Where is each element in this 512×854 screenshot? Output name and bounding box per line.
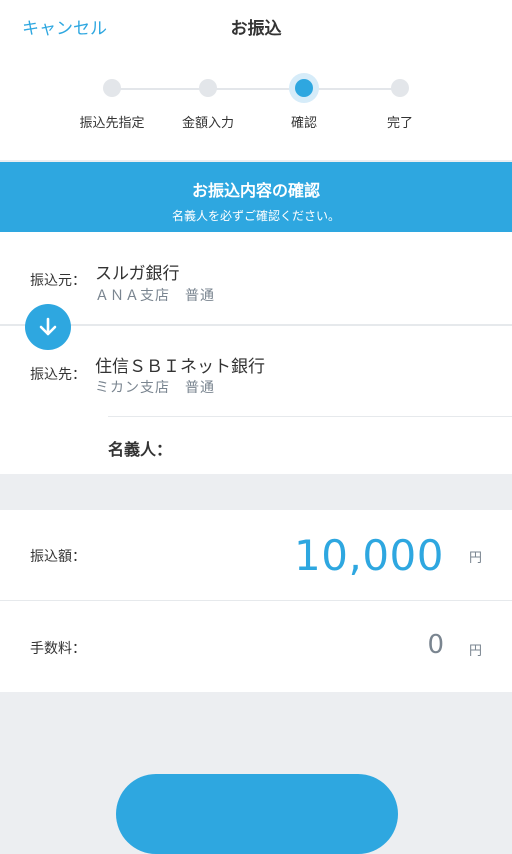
- step-dot-4: [391, 79, 409, 97]
- destination-label: 振込先：: [30, 367, 86, 383]
- step-label-2: 金額入力: [181, 116, 234, 131]
- page-title: お振込: [230, 19, 282, 39]
- confirm-banner: お振込内容の確認 名義人を必ずご確認ください。: [0, 162, 512, 232]
- amount-section: 振込額： 10,000 円 手数料： 0 円: [0, 510, 512, 692]
- banner-subtitle: 名義人を必ずご確認ください。: [171, 209, 340, 223]
- source-label: 振込元：: [30, 273, 86, 289]
- destination-branch: ミカン支店 普通: [95, 380, 215, 396]
- fee-label: 手数料：: [30, 641, 86, 657]
- amount-label: 振込額：: [30, 549, 86, 565]
- divider: [108, 416, 512, 417]
- transfer-details: 振込元： スルガ銀行 ＡＮＡ支店 普通 振込先： 住信ＳＢＩネット銀行 ミカン支…: [0, 232, 512, 474]
- banner-title: お振込内容の確認: [191, 181, 320, 200]
- fee-value: 0: [427, 630, 444, 660]
- fee-unit: 円: [468, 644, 482, 659]
- account-holder-label: 名義人：: [108, 440, 173, 459]
- step-label-4: 完了: [386, 116, 413, 131]
- source-bank: スルガ銀行: [95, 264, 180, 284]
- arrow-down-icon: [25, 304, 71, 350]
- destination-bank: 住信ＳＢＩネット銀行: [95, 357, 265, 377]
- step-label-3: 確認: [290, 116, 317, 131]
- amount-value: 10,000: [294, 531, 444, 580]
- step-label-1: 振込先指定: [79, 116, 145, 131]
- step-dot-3: [295, 79, 313, 97]
- confirm-button[interactable]: [116, 774, 398, 854]
- amount-unit: 円: [468, 551, 482, 566]
- divider: [0, 600, 512, 601]
- progress-stepper: 振込先指定 金額入力 確認 完了: [0, 70, 512, 131]
- divider: [0, 324, 512, 326]
- step-dot-2: [199, 79, 217, 97]
- source-branch: ＡＮＡ支店 普通: [95, 288, 215, 304]
- step-dot-1: [103, 79, 121, 97]
- stepper-line-pending: [304, 88, 400, 90]
- header: キャンセル お振込 振込先指定 金額入力 確認 完了: [0, 0, 512, 160]
